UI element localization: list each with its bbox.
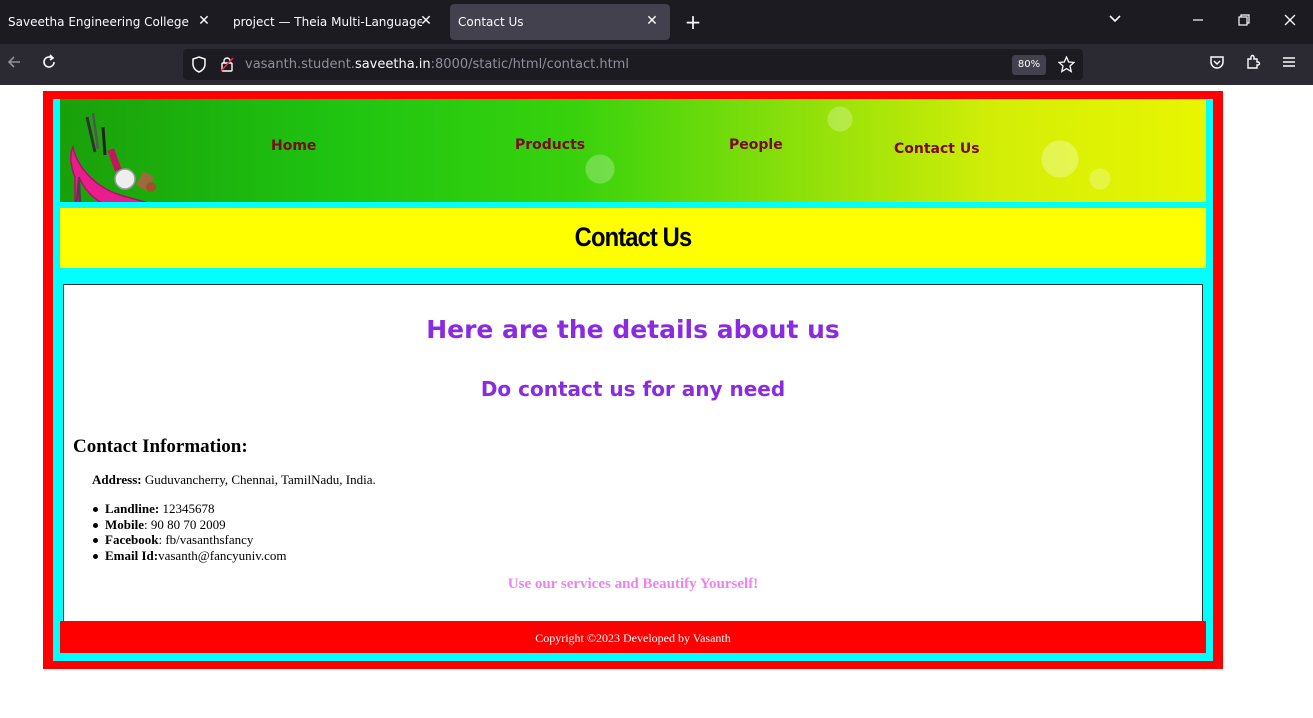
email-value: vasanth@fancyuniv.com <box>158 548 287 564</box>
url-text[interactable]: vasanth.student.saveetha.in:8000/static/… <box>245 57 629 72</box>
mobile-label: Mobile <box>105 516 144 532</box>
zoom-level-badge[interactable]: 80% <box>1012 55 1046 75</box>
url-host: saveetha.in <box>354 57 431 72</box>
facebook-value: : fb/vasanthsfancy <box>158 532 254 548</box>
insecure-lock-icon[interactable] <box>219 56 235 77</box>
menu-icon[interactable] <box>1278 54 1300 76</box>
copyright-text: Copyright ©2023 Developed by Vasanth <box>535 631 731 645</box>
nav-link-people[interactable]: People <box>729 137 783 153</box>
email-label: Email Id: <box>105 548 159 564</box>
landline-label: Landline: <box>105 501 160 516</box>
tab-list-icon[interactable] <box>1105 12 1125 32</box>
list-item: Facebook: fb/vasanthsfancy <box>92 532 287 548</box>
close-tab-icon[interactable]: ✕ <box>196 13 212 29</box>
star-icon[interactable] <box>1057 55 1076 77</box>
address-line: Address: Guduvancherry, Chennai, TamilNa… <box>92 472 376 488</box>
browser-tab-bar: Saveetha Engineering College ✕ project —… <box>0 0 1313 44</box>
address-value: Guduvancherry, Chennai, TamilNadu, India… <box>141 472 376 487</box>
mobile-value: : 90 80 70 2009 <box>144 516 226 532</box>
tab-contact-us[interactable]: Contact Us ✕ <box>450 4 670 40</box>
tab-theia[interactable]: project — Theia Multi-Language Ex ✕ <box>222 4 444 40</box>
tab-saveetha[interactable]: Saveetha Engineering College ✕ <box>0 4 222 40</box>
browser-toolbar: vasanth.student.saveetha.in:8000/static/… <box>0 44 1313 85</box>
tab-title: project — Theia Multi-Language Ex <box>233 15 422 29</box>
nav-link-home[interactable]: Home <box>271 138 316 154</box>
footer: Copyright ©2023 Developed by Vasanth <box>60 621 1206 653</box>
new-tab-icon[interactable]: + <box>682 11 704 33</box>
list-item: Email Id:vasanth@fancyuniv.com <box>92 548 287 564</box>
extensions-icon[interactable] <box>1242 54 1264 76</box>
high-heel-logo-icon <box>70 112 156 202</box>
reload-icon[interactable] <box>38 54 60 76</box>
tagline: Use our services and Beautify Yourself! <box>507 576 759 592</box>
nav-link-products[interactable]: Products <box>515 137 585 153</box>
close-tab-icon[interactable]: ✕ <box>644 13 660 29</box>
tab-title: Saveetha Engineering College <box>8 15 189 29</box>
page-title-bar: Contact Us <box>60 208 1206 268</box>
restore-icon[interactable] <box>1234 12 1254 32</box>
list-item: Landline: 12345678 <box>92 501 287 517</box>
list-item: Mobile: 90 80 70 2009 <box>92 517 287 533</box>
nav-link-contact[interactable]: Contact Us <box>894 141 980 157</box>
header-banner: Home Products People Contact Us <box>60 99 1206 202</box>
details-heading: Here are the details about us <box>426 315 840 344</box>
close-tab-icon[interactable]: ✕ <box>418 13 434 29</box>
url-prefix: vasanth.student. <box>245 57 355 72</box>
landline-value: 12345678 <box>159 501 215 516</box>
contact-information-heading: Contact Information: <box>73 436 248 457</box>
close-window-icon[interactable] <box>1280 12 1300 32</box>
page-title: Contact Us <box>574 222 692 252</box>
facebook-label: Facebook <box>105 532 159 548</box>
url-path: :8000/static/html/contact.html <box>430 57 629 72</box>
tab-title: Contact Us <box>458 15 524 29</box>
address-bar[interactable]: vasanth.student.saveetha.in:8000/static/… <box>183 49 1083 80</box>
page-frame: Home Products People Contact Us Contact … <box>43 91 1223 669</box>
content-panel: Home Products People Contact Us Contact … <box>53 99 1213 661</box>
contact-subheading: Do contact us for any need <box>480 377 786 401</box>
pocket-icon[interactable] <box>1206 54 1228 76</box>
back-icon[interactable] <box>3 54 25 76</box>
minimize-icon[interactable] <box>1188 12 1208 32</box>
address-label: Address: <box>92 472 142 487</box>
shield-icon[interactable] <box>191 56 207 77</box>
contact-content-box: Here are the details about us Do contact… <box>63 284 1203 624</box>
contact-list: Landline: 12345678 Mobile: 90 80 70 2009… <box>92 501 287 564</box>
